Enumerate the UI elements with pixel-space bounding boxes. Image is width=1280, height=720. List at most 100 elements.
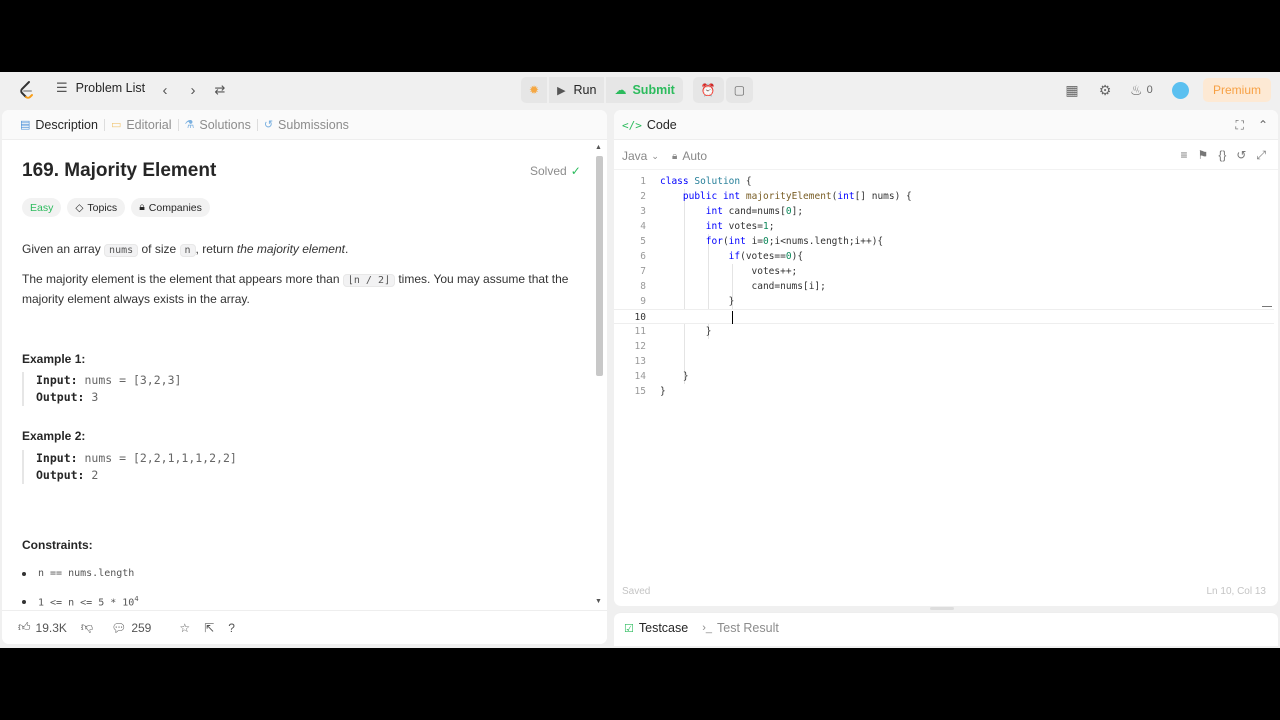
like-button[interactable]: 👍︎ 19.3K [18,620,67,635]
streak-count: 0 [1146,84,1153,96]
reset-icon[interactable]: ↺ [1236,148,1246,163]
problem-list-label: Problem List [75,81,146,95]
notes-button[interactable]: ▢ [725,77,754,103]
share-button[interactable]: ⇱ [204,621,214,635]
tab-testcase[interactable]: ☑ Testcase [624,621,688,635]
editor-actions: ≡ ⚑ {} ↺ ⤢ [1181,148,1266,163]
comment-count: 259 [131,620,152,635]
problem-list-link[interactable]: ☰ Problem List [56,80,145,96]
prev-problem-icon[interactable]: ‹ [156,81,174,99]
timer-button[interactable]: ⏰ [692,77,724,103]
scroll-thumb[interactable] [596,156,603,376]
companies-button[interactable]: 🔒︎ Companies [131,198,210,217]
testcase-label: Testcase [638,621,689,635]
play-icon: ▶ [557,84,566,97]
code-line: 2 public int majorityElement(int[] nums)… [614,189,1274,204]
check-circle-icon: ✓ [570,164,581,178]
line-number: 5 [640,236,646,247]
line-number: 14 [634,371,646,382]
scroll-up-icon[interactable]: ▲ [595,144,602,151]
editor-scroll-marker [1262,306,1272,307]
comments-button[interactable]: 💬︎ 259 [111,621,151,635]
description-paragraph-2: The majority element is the element that… [22,270,572,308]
note-icon: ▢ [733,83,746,97]
language-select[interactable]: Java ⌄ [622,149,659,163]
help-button[interactable]: ? [228,621,235,635]
description-scrollbar[interactable]: ▲ ▼ [594,144,605,608]
premium-button[interactable]: Premium [1203,78,1271,102]
format-icon[interactable]: ≡ [1181,148,1188,163]
problem-badges: Easy ◇ Topics 🔒︎ Companies [22,198,210,217]
run-button[interactable]: ▶ Run [549,77,605,103]
p1-text-a: Given an array [22,242,101,256]
tab-divider [256,118,258,131]
list-icon: ☰ [56,80,68,95]
description-panel: ▤ Description ▭ Editorial ⚗ Solutions ↺ … [2,110,607,644]
streak-counter[interactable]: ♨ 0 [1130,82,1160,98]
p1-code-n: n [179,244,196,257]
thumbs-up-icon: 👍︎ [18,620,31,634]
favorite-button[interactable]: ☆ [179,621,190,635]
problem-title[interactable]: 169. Majority Element [22,160,216,182]
example-2-output: 2 [91,468,99,482]
maximize-icon[interactable]: ⛶ [1236,118,1244,133]
code-text: int cand=nums[0]; [705,206,804,217]
example-1-block: Input: nums = [3,2,3] Output: 3 [22,372,582,406]
leetcode-logo-icon[interactable] [18,80,36,100]
braces-icon[interactable]: {} [1218,148,1226,163]
tab-test-result[interactable]: ›_ Test Result [702,621,779,635]
line-number: 7 [640,266,646,277]
tab-description[interactable]: ▤ Description [20,118,98,132]
tab-solutions[interactable]: ⚗ Solutions [185,118,251,132]
tab-solutions-label: Solutions [199,117,251,132]
line-number: 6 [640,251,646,262]
checkbox-icon: ☑ [624,622,634,635]
code-line: 11 } [614,324,1274,339]
scroll-down-icon[interactable]: ▼ [595,598,602,605]
line-number: 10 [634,312,646,323]
auto-mode-toggle[interactable]: 🔒︎ Auto [672,149,707,163]
constraint-base: 1 <= n <= 5 * 10 [38,597,135,609]
topics-label: Topics [87,201,118,214]
code-line: 12 [614,339,1274,354]
code-text: for(int i=0;i<nums.length;i++){ [705,236,884,247]
tab-code[interactable]: </> Code [622,118,677,132]
next-problem-icon[interactable]: › [184,81,202,99]
code-line: 13 [614,354,1274,369]
comment-icon: 💬︎ [111,620,127,635]
fullscreen-icon[interactable]: ⤢ [1256,148,1266,163]
avatar[interactable] [1172,82,1189,99]
collapse-icon[interactable]: ⌃ [1258,118,1268,133]
bookmark-icon[interactable]: ⚑ [1198,148,1209,163]
p2-code-floor: ⌊n / 2⌋ [342,274,395,287]
auto-label: Auto [682,149,708,163]
settings-gear-icon[interactable]: ⚙ [1097,82,1113,98]
code-text: int votes=1; [705,221,775,232]
code-text: } [660,371,689,382]
example-1-input-label: Input: [36,373,78,387]
chevron-down-icon: ⌄ [651,150,659,161]
panel-resize-handle[interactable] [930,607,954,610]
layout-grid-icon[interactable]: ▦ [1064,82,1080,98]
submit-button[interactable]: ☁ Submit [606,77,683,103]
tab-submissions[interactable]: ↺ Submissions [264,118,349,132]
run-label: Run [573,83,597,97]
p1-text-b: of size [141,242,177,256]
example-2-heading: Example 2: [22,429,86,443]
cloud-upload-icon: ☁ [614,83,627,97]
code-editor[interactable]: 1 class Solution { 2 public int majorityE… [614,174,1278,594]
topics-button[interactable]: ◇ Topics [67,198,126,217]
tab-editorial[interactable]: ▭ Editorial [111,118,172,132]
p1-text-d: . [344,242,349,256]
shuffle-icon[interactable]: ⇄ [211,81,229,99]
difficulty-badge: Easy [22,198,62,217]
code-text: class Solution { [660,176,752,187]
code-line: 8 cand=nums[i]; [614,279,1274,294]
debug-button[interactable]: ✹ [521,77,548,103]
code-text: cand=nums[i]; [660,281,826,292]
tab-description-label: Description [35,117,98,132]
flask-icon: ⚗ [184,119,195,131]
solved-label: Solved [530,164,567,178]
dislike-button[interactable]: 👎︎ [81,620,93,635]
code-line-active: 10 [614,309,1274,324]
